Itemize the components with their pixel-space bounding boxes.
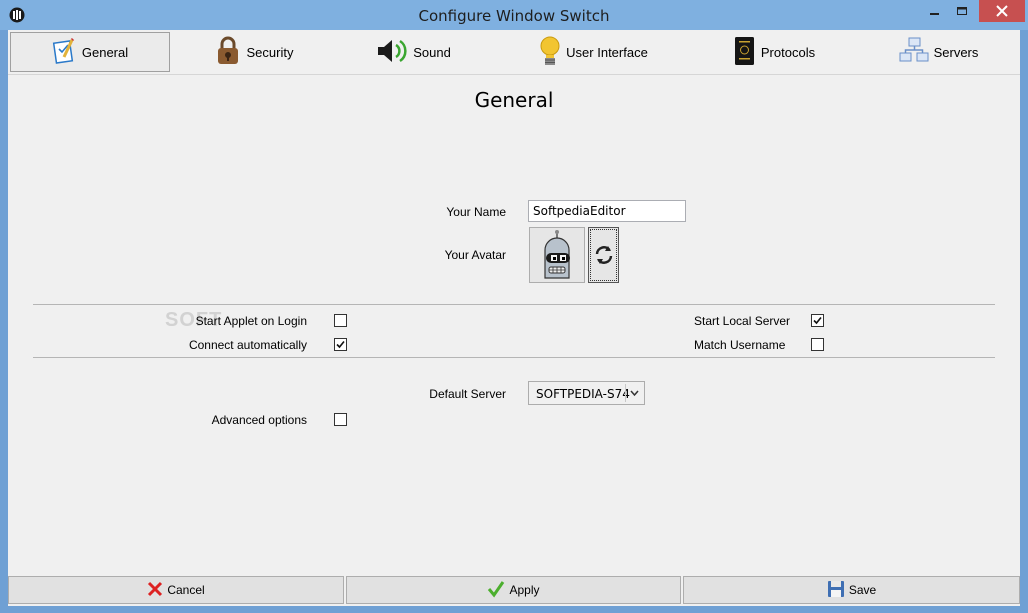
- default-server-value: SOFTPEDIA-S74: [536, 387, 630, 401]
- maximize-button[interactable]: [947, 0, 977, 22]
- match-username-label: Match Username: [694, 338, 786, 352]
- cancel-x-icon: [147, 581, 163, 600]
- start-applet-checkbox[interactable]: [334, 314, 347, 327]
- default-server-select[interactable]: SOFTPEDIA-S74: [528, 381, 645, 405]
- tab-label: Security: [246, 44, 294, 60]
- tab-label: Sound: [413, 44, 451, 60]
- your-name-input[interactable]: [528, 200, 686, 222]
- tab-label: User Interface: [566, 44, 648, 60]
- separator: [33, 357, 995, 358]
- checklist-icon: [52, 37, 78, 68]
- tab-general[interactable]: General: [10, 32, 170, 72]
- tab-servers[interactable]: Servers: [888, 32, 988, 72]
- default-server-label: Default Server: [429, 387, 506, 401]
- tab-protocols[interactable]: Protocols: [723, 32, 823, 72]
- title-bar[interactable]: Configure Window Switch: [0, 0, 1028, 30]
- your-name-label: Your Name: [446, 205, 506, 219]
- apply-label: Apply: [509, 583, 540, 597]
- passport-icon: [731, 35, 757, 70]
- tab-label: General: [81, 44, 129, 60]
- connect-auto-label: Connect automatically: [188, 338, 307, 352]
- window: Configure Window Switch General Security: [0, 0, 1028, 613]
- close-icon: [996, 5, 1008, 17]
- refresh-avatar-button[interactable]: [588, 227, 619, 283]
- chevron-down-icon[interactable]: [625, 384, 642, 402]
- apply-button[interactable]: Apply: [346, 576, 681, 604]
- general-panel: General Your Name Your Avatar: [8, 74, 1020, 574]
- connect-auto-checkbox[interactable]: [334, 338, 347, 351]
- your-avatar-label: Your Avatar: [444, 248, 506, 262]
- network-icon: [898, 36, 930, 69]
- cancel-button[interactable]: Cancel: [8, 576, 344, 604]
- tab-label: Protocols: [760, 44, 816, 60]
- close-button[interactable]: [979, 0, 1025, 22]
- dialog-client: General Security Sound User Interface Pr…: [8, 30, 1020, 606]
- refresh-icon: [595, 246, 612, 264]
- tab-label: Servers: [933, 44, 979, 60]
- tab-security[interactable]: Security: [198, 32, 308, 72]
- checkmark-icon: [813, 316, 822, 325]
- checkmark-icon: [487, 580, 505, 601]
- button-bar: Cancel Apply Save: [8, 576, 1020, 606]
- cancel-label: Cancel: [167, 583, 205, 597]
- window-title: Configure Window Switch: [418, 7, 610, 25]
- match-username-checkbox[interactable]: [811, 338, 824, 351]
- lightbulb-icon: [538, 34, 562, 71]
- tab-sound[interactable]: Sound: [363, 32, 463, 72]
- start-local-server-checkbox[interactable]: [811, 314, 824, 327]
- save-button[interactable]: Save: [683, 576, 1020, 604]
- avatar-button[interactable]: [529, 227, 585, 283]
- save-label: Save: [848, 583, 877, 597]
- robot-avatar-icon: [544, 230, 570, 279]
- tab-user-interface[interactable]: User Interface: [528, 32, 658, 72]
- start-local-server-label: Start Local Server: [694, 314, 791, 328]
- advanced-options-checkbox[interactable]: [334, 413, 347, 426]
- floppy-disk-icon: [827, 580, 845, 601]
- checkmark-icon: [336, 340, 345, 349]
- advanced-options-label: Advanced options: [211, 413, 307, 427]
- minimize-button[interactable]: [920, 0, 950, 22]
- padlock-icon: [213, 35, 243, 70]
- speaker-icon: [375, 36, 409, 69]
- start-applet-label: Start Applet on Login: [195, 314, 307, 328]
- tab-bar: General Security Sound User Interface Pr…: [8, 30, 1020, 74]
- page-title: General: [474, 88, 554, 112]
- separator: [33, 304, 995, 305]
